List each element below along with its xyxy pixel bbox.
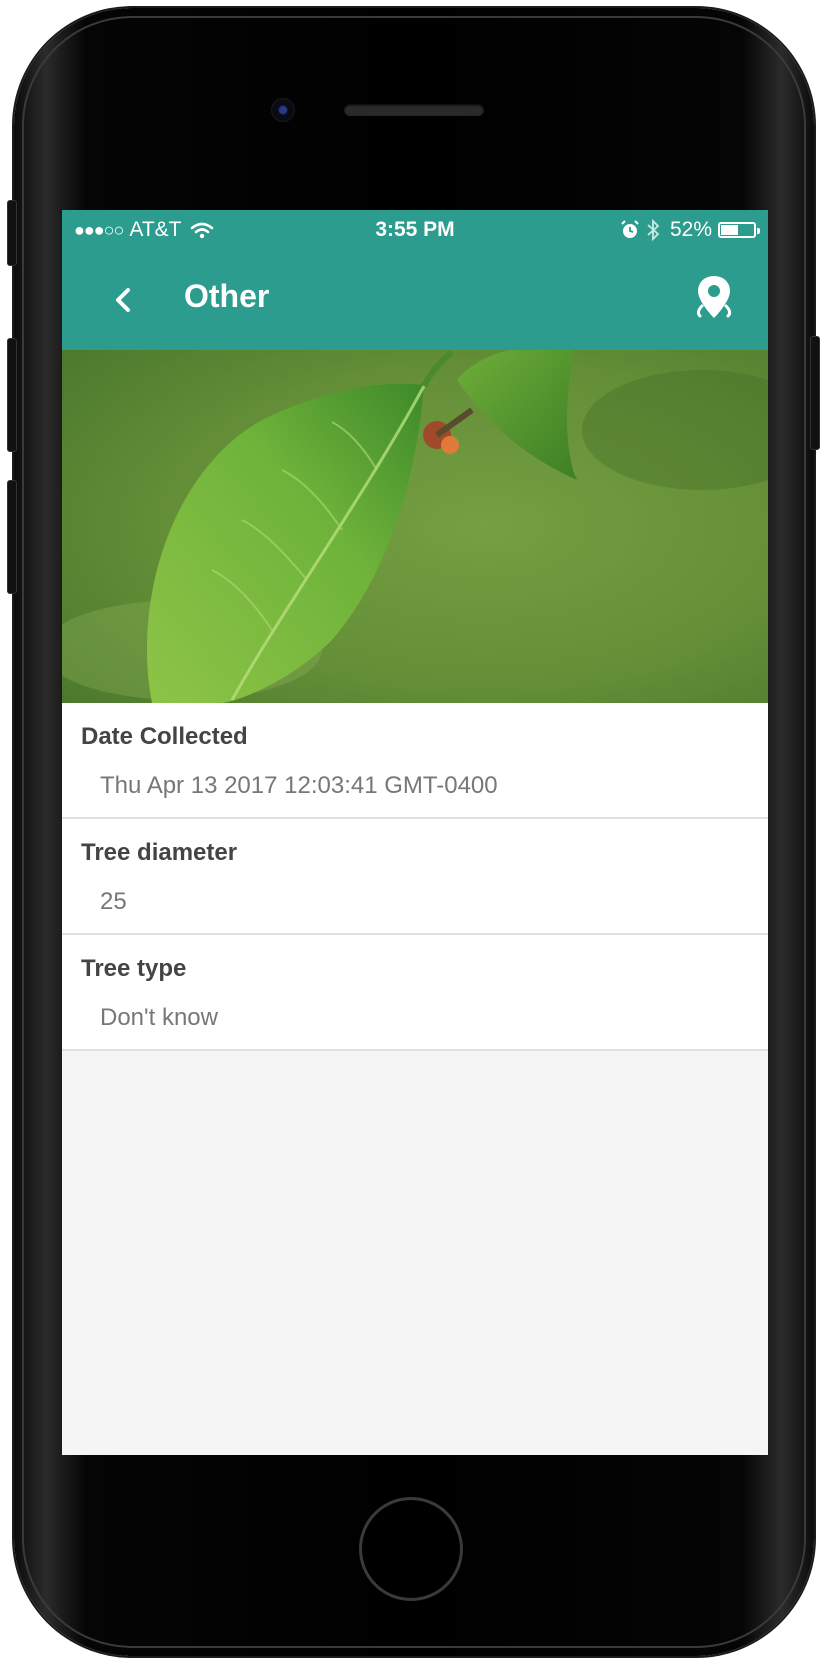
- back-chevron-icon: [116, 288, 130, 312]
- app-screen: ●●●○○ AT&T 3:55 PM 52% Other Date Collec…: [62, 210, 768, 1455]
- battery-icon: [718, 222, 760, 238]
- home-button[interactable]: [359, 1497, 463, 1601]
- field-label: Date Collected: [81, 723, 248, 750]
- location-button[interactable]: [690, 272, 738, 326]
- front-camera: [271, 98, 295, 122]
- back-button[interactable]: [102, 276, 150, 324]
- status-bar: ●●●○○ AT&T 3:55 PM 52%: [62, 210, 768, 250]
- navigation-bar: Other: [62, 250, 768, 350]
- power-button: [810, 336, 820, 450]
- field-date-collected: Date Collected Thu Apr 13 2017 12:03:41 …: [62, 703, 768, 819]
- mute-switch: [7, 200, 17, 266]
- status-right: 52%: [620, 218, 760, 242]
- field-label: Tree type: [81, 955, 187, 982]
- field-value: Don't know: [100, 1004, 218, 1031]
- observation-photo: [62, 350, 768, 703]
- detail-fields: Date Collected Thu Apr 13 2017 12:03:41 …: [62, 703, 768, 1051]
- location-pin-icon: [696, 276, 732, 318]
- field-value: Thu Apr 13 2017 12:03:41 GMT-0400: [100, 772, 498, 799]
- bluetooth-icon: [647, 219, 660, 241]
- volume-up-button: [7, 338, 17, 452]
- earpiece-speaker: [344, 104, 484, 116]
- field-label: Tree diameter: [81, 839, 238, 866]
- volume-down-button: [7, 480, 17, 594]
- field-value: 25: [100, 888, 127, 915]
- field-tree-type: Tree type Don't know: [62, 935, 768, 1051]
- field-tree-diameter: Tree diameter 25: [62, 819, 768, 935]
- battery-level: [721, 225, 738, 235]
- alarm-icon: [621, 220, 639, 238]
- page-title: Other: [184, 278, 270, 314]
- battery-percent: 52%: [669, 218, 712, 241]
- battery-tip: [757, 228, 760, 234]
